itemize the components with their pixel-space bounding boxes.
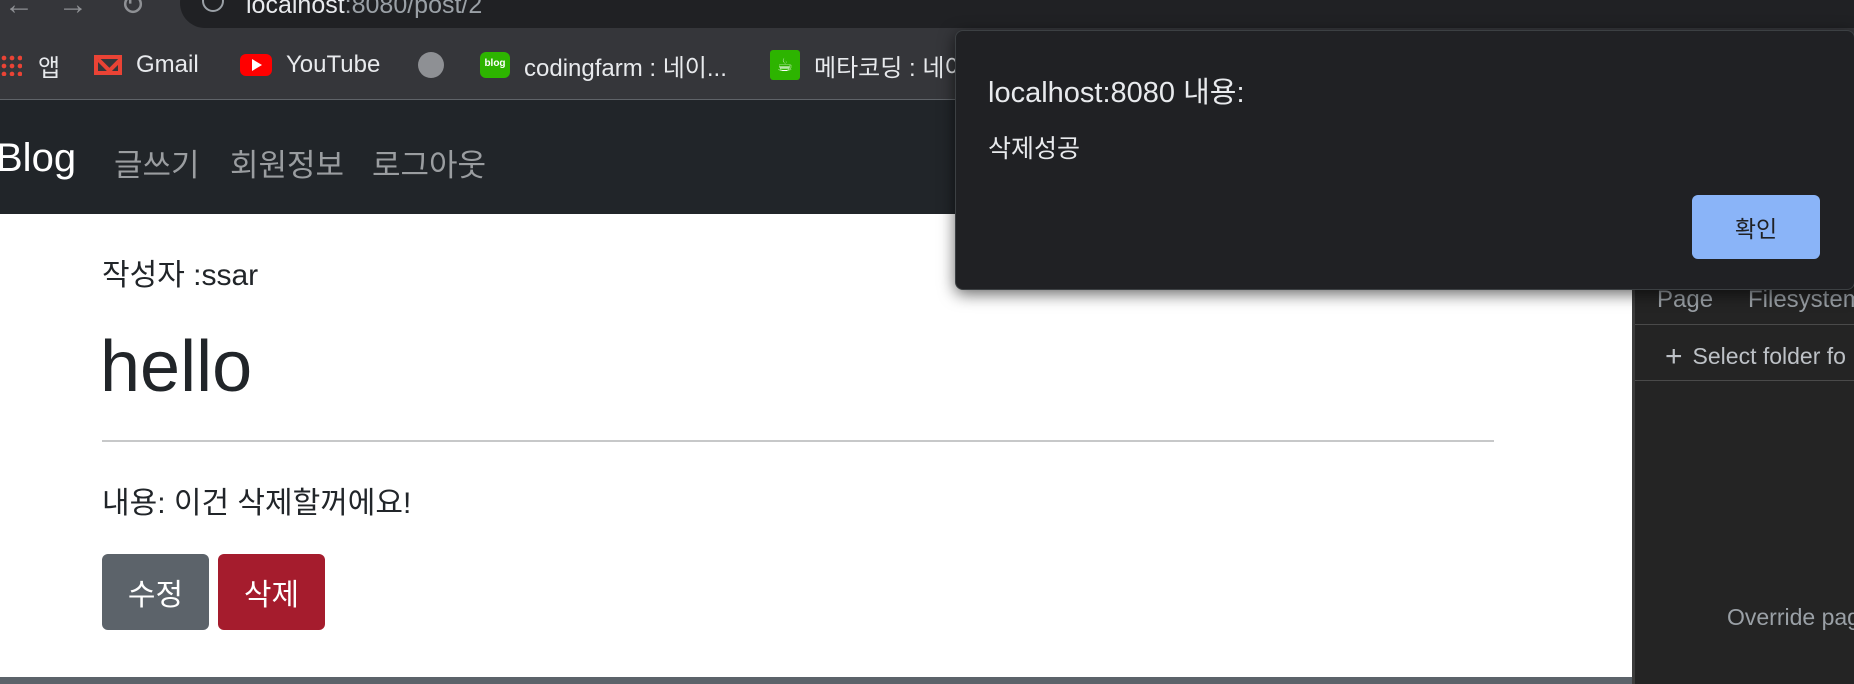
back-arrow-icon[interactable]: ← bbox=[4, 0, 34, 22]
post-content: 내용: 이건 삭제할꺼에요! bbox=[102, 487, 412, 520]
url-host: localhost bbox=[246, 0, 345, 19]
override-placeholder: Override pag bbox=[1727, 604, 1854, 630]
address-url[interactable]: localhost:8080/post/2 bbox=[246, 0, 482, 20]
globe-icon bbox=[418, 52, 444, 78]
post-title: hello bbox=[100, 327, 253, 407]
bookmark-metacoding[interactable]: ☕ 메타코딩 : 네이 bbox=[770, 30, 966, 100]
bookmark-label: 앱 bbox=[38, 54, 61, 82]
url-path: :8080/post/2 bbox=[344, 0, 483, 19]
alert-dialog: localhost:8080 내용: 삭제성공 확인 bbox=[955, 30, 1854, 290]
forward-arrow-icon[interactable]: → bbox=[58, 0, 88, 22]
bookmark-label: Gmail bbox=[136, 51, 199, 78]
youtube-icon bbox=[240, 54, 272, 76]
naver-blog-icon: blog bbox=[480, 52, 510, 78]
delete-button[interactable]: 삭제 bbox=[218, 554, 325, 630]
edit-button[interactable]: 수정 bbox=[102, 554, 209, 630]
dialog-ok-button[interactable]: 확인 bbox=[1692, 195, 1820, 259]
brand-logo[interactable]: Blog bbox=[0, 136, 76, 181]
bookmark-gmail[interactable]: Gmail bbox=[94, 30, 199, 100]
bookmark-apps[interactable]: 앱 bbox=[0, 30, 60, 100]
nav-link-logout[interactable]: 로그아웃 bbox=[372, 140, 486, 185]
dialog-title: localhost:8080 내용: bbox=[988, 77, 1245, 109]
select-folder-label: Select folder fo bbox=[1692, 343, 1846, 369]
bookmark-youtube[interactable]: YouTube bbox=[240, 30, 380, 100]
plus-icon: + bbox=[1665, 340, 1683, 373]
devtools-tab-divider bbox=[1635, 324, 1854, 325]
devtools-divider bbox=[1635, 380, 1854, 381]
apps-grid-icon bbox=[0, 54, 22, 76]
divider bbox=[102, 440, 1494, 442]
dialog-message: 삭제성공 bbox=[988, 135, 1081, 163]
bookmark-label: YouTube bbox=[286, 51, 381, 78]
reload-icon[interactable]: ↻ bbox=[120, 0, 145, 23]
nav-link-profile[interactable]: 회원정보 bbox=[230, 140, 344, 185]
page-footer-bar bbox=[0, 677, 1632, 684]
nav-link-write[interactable]: 글쓰기 bbox=[114, 140, 200, 185]
devtools-tab-filesystem[interactable]: Filesystem bbox=[1748, 286, 1854, 314]
bookmark-codingfarm[interactable]: blog codingfarm : 네이... bbox=[480, 30, 727, 100]
naver-cafe-icon: ☕ bbox=[770, 50, 800, 80]
browser-toolbar: ← → ↻ localhost:8080/post/2 bbox=[0, 0, 1854, 30]
gmail-icon bbox=[94, 55, 122, 75]
select-folder-button[interactable]: + Select folder fo bbox=[1665, 340, 1846, 374]
devtools-tab-page[interactable]: Page bbox=[1657, 286, 1713, 314]
post-author: 작성자 :ssar bbox=[102, 259, 259, 292]
bookmark-label: 메타코딩 : 네이 bbox=[814, 54, 967, 82]
bookmark-label: codingfarm : 네이... bbox=[524, 54, 727, 82]
bookmark-globe[interactable] bbox=[418, 30, 458, 100]
